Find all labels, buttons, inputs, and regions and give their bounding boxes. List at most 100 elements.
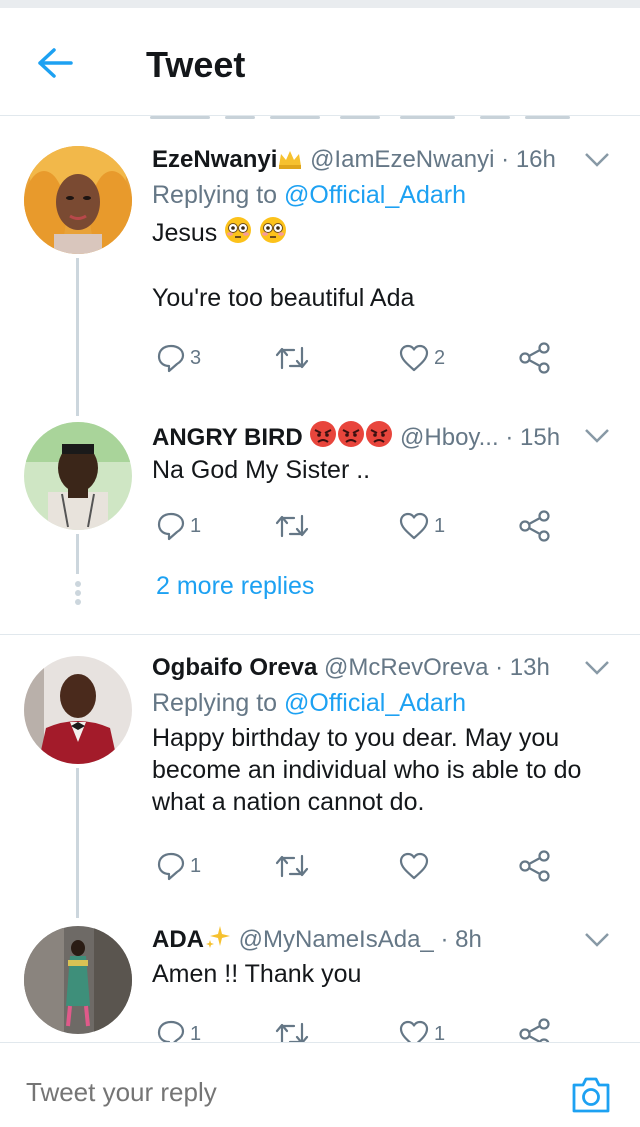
reply-tweet[interactable]: EzeNwanyi @IamEzeNwanyi · 16h Replying t… (0, 126, 640, 416)
timestamp: 13h (509, 654, 550, 681)
user-handle[interactable]: @IamEzeNwanyi (310, 146, 494, 173)
sparkles-emoji-icon (204, 924, 232, 959)
avatar[interactable] (24, 146, 132, 254)
like-count: 1 (434, 1022, 446, 1043)
angry-face-emoji-icon (337, 420, 365, 457)
app-header: Tweet (0, 8, 640, 116)
reply-count: 1 (190, 1022, 202, 1043)
chevron-down-icon[interactable] (584, 930, 610, 950)
share-icon (519, 1018, 550, 1042)
heart-icon (399, 1020, 429, 1042)
reply-tweet[interactable]: Ogbaifo Oreva @McRevOreva · 13h Replying… (0, 636, 640, 918)
reply-input[interactable] (26, 1077, 506, 1108)
reply-icon (157, 512, 185, 541)
retweet-icon (275, 1022, 309, 1042)
user-handle[interactable]: @MyNameIsAda_ (239, 926, 434, 953)
flushed-face-emoji-icon (224, 216, 252, 252)
display-name[interactable]: Ogbaifo Oreva (152, 654, 317, 681)
status-bar-strip (0, 0, 640, 8)
tweet-text: Amen !! Thank you (152, 960, 362, 988)
user-handle[interactable]: @McRevOreva (324, 654, 488, 681)
reply-button[interactable]: 1 (156, 846, 201, 886)
heart-icon (399, 512, 429, 540)
display-name[interactable]: ANGRY BIRD (152, 424, 303, 451)
tweet-text: Happy birthday to you dear. May you beco… (152, 724, 582, 816)
reply-button[interactable]: 1 (156, 1014, 201, 1042)
like-count: 1 (434, 514, 446, 537)
chevron-down-icon[interactable] (584, 426, 610, 446)
reply-compose-bar (0, 1042, 640, 1127)
avatar[interactable] (24, 656, 132, 764)
like-button[interactable]: 1 (398, 506, 445, 546)
retweet-button[interactable] (274, 846, 310, 886)
flushed-face-emoji-icon (259, 216, 287, 252)
share-icon (519, 850, 550, 882)
timestamp: 16h (515, 146, 556, 173)
avatar[interactable] (24, 422, 132, 530)
heart-icon (399, 344, 429, 372)
camera-icon (572, 1077, 610, 1113)
angry-face-emoji-icon (309, 420, 337, 457)
angry-face-emoji-icon (365, 420, 393, 457)
replying-to-label: Replying to (152, 181, 278, 209)
thread-connector-line (76, 768, 79, 918)
like-button[interactable]: 2 (398, 338, 445, 378)
display-name[interactable]: ADA (152, 926, 204, 953)
retweet-icon (275, 346, 309, 370)
camera-button[interactable] (570, 1075, 612, 1115)
share-icon (519, 342, 550, 374)
reply-tweet[interactable]: ADA @MyNameIsAda_ · 8h Amen !! Thank you… (0, 914, 640, 1042)
share-button[interactable] (518, 846, 552, 886)
share-button[interactable] (518, 1014, 552, 1042)
tweet-text: Jesus (152, 219, 218, 247)
user-handle[interactable]: @Hboy... (400, 424, 499, 451)
tweet-text: Na God My Sister .. (152, 456, 371, 484)
reply-icon (157, 1020, 185, 1042)
reply-icon (157, 852, 185, 881)
share-icon (519, 510, 550, 542)
avatar[interactable] (24, 926, 132, 1034)
share-button[interactable] (518, 506, 552, 546)
timestamp: 8h (455, 926, 482, 953)
back-button[interactable] (30, 38, 80, 88)
tweet-actions: 1 1 (152, 506, 572, 546)
retweet-button[interactable] (274, 1014, 310, 1042)
like-button[interactable]: 1 (398, 1014, 445, 1042)
replies-feed[interactable]: EzeNwanyi @IamEzeNwanyi · 16h Replying t… (0, 126, 640, 1042)
reply-tweet[interactable]: ANGRY BIRD @Hboy... · 15h Na God My Sist… (0, 416, 640, 636)
timestamp: 15h (520, 424, 561, 451)
reply-icon (157, 344, 185, 373)
like-button[interactable] (398, 846, 430, 886)
retweet-icon (275, 854, 309, 878)
heart-icon (399, 852, 429, 880)
tweet-text: You're too beautiful Ada (152, 284, 415, 312)
mention-link[interactable]: @Official_Adarh (284, 689, 466, 717)
share-button[interactable] (518, 338, 552, 378)
reply-count: 1 (190, 854, 202, 877)
reply-count: 1 (190, 514, 202, 537)
display-name[interactable]: EzeNwanyi (152, 146, 277, 173)
more-replies-dots (74, 581, 82, 608)
tweet-actions: 1 1 (152, 1014, 572, 1042)
tweet-actions: 1 (152, 846, 572, 886)
retweet-icon (275, 514, 309, 538)
scrolled-content-remnant (0, 116, 640, 126)
reply-button[interactable]: 1 (156, 506, 201, 546)
page-title: Tweet (146, 44, 246, 85)
chevron-down-icon[interactable] (584, 658, 610, 678)
reply-button[interactable]: 3 (156, 338, 201, 378)
reply-count: 3 (190, 346, 202, 369)
thread-connector-line (76, 534, 79, 574)
crown-emoji-icon (277, 147, 303, 179)
more-replies-link[interactable]: 2 more replies (156, 572, 314, 601)
retweet-button[interactable] (274, 506, 310, 546)
thread-connector-line (76, 258, 79, 416)
like-count: 2 (434, 346, 446, 369)
retweet-button[interactable] (274, 338, 310, 378)
mention-link[interactable]: @Official_Adarh (284, 181, 466, 209)
replying-to-label: Replying to (152, 689, 278, 717)
tweet-actions: 3 2 (152, 338, 572, 378)
arrow-left-icon (38, 48, 73, 78)
chevron-down-icon[interactable] (584, 150, 610, 170)
thread-divider (0, 634, 640, 635)
